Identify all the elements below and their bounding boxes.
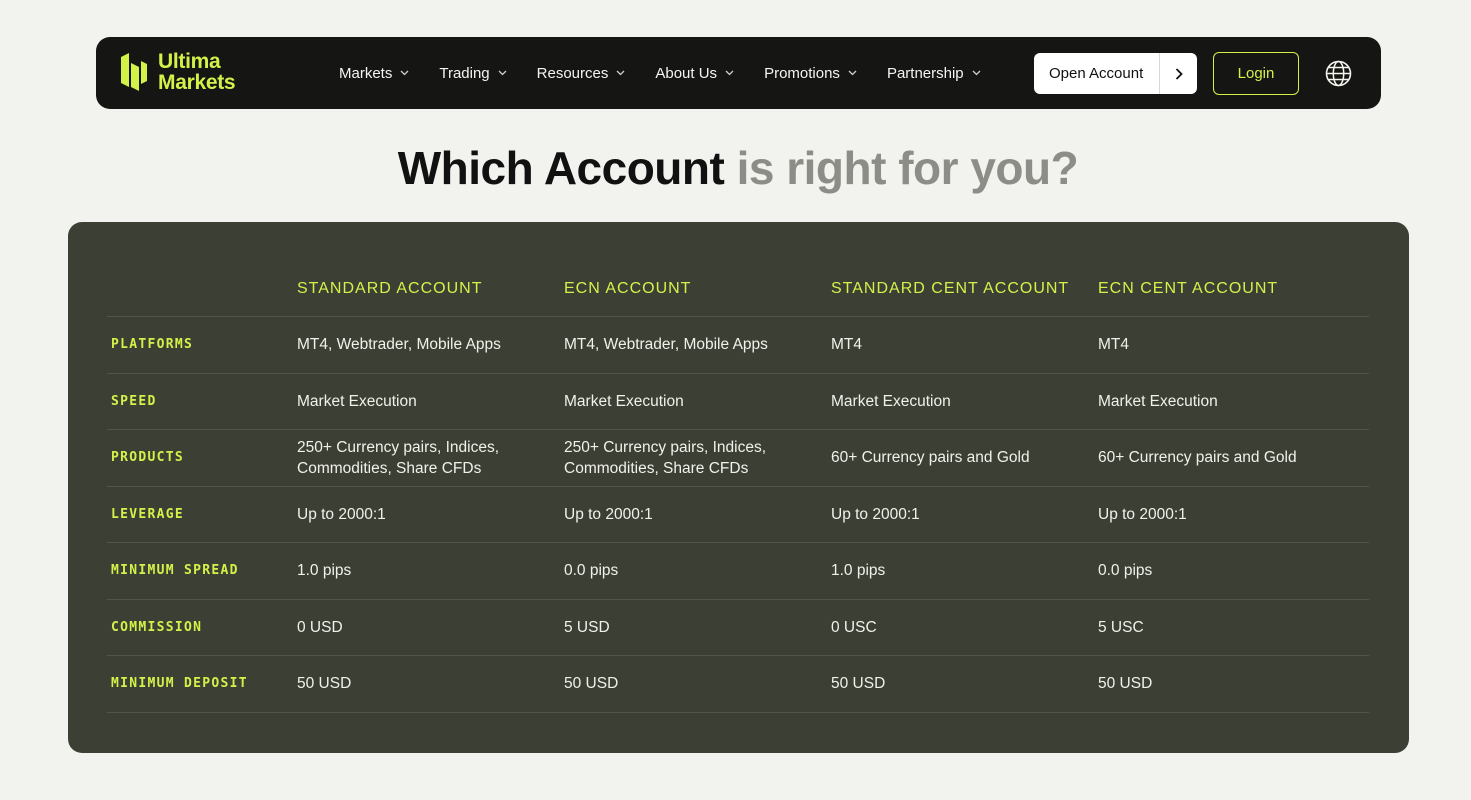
table-cell: 0 USD bbox=[297, 618, 343, 636]
ultima-logo-icon bbox=[121, 53, 147, 91]
table-cell: Market Execution bbox=[297, 392, 417, 410]
table-row: COMMISSION 0 USD 5 USD 0 USC 5 USC bbox=[107, 600, 1369, 656]
table-cell: Market Execution bbox=[1098, 392, 1218, 410]
chevron-down-icon bbox=[972, 70, 981, 76]
nav-item-promotions[interactable]: Promotions bbox=[764, 65, 857, 82]
table-cell: 50 USD bbox=[1098, 675, 1153, 693]
main-nav: Markets Trading Resources About Us Promo… bbox=[339, 37, 1011, 109]
page-title-muted: is right for you? bbox=[736, 142, 1079, 194]
table-cell: Up to 2000:1 bbox=[297, 505, 386, 523]
table-row: PLATFORMS MT4, Webtrader, Mobile Apps MT… bbox=[107, 317, 1369, 374]
open-account-label: Open Account bbox=[1034, 53, 1160, 94]
open-account-button[interactable]: Open Account bbox=[1034, 53, 1197, 94]
table-cell: Up to 2000:1 bbox=[1098, 505, 1187, 523]
chevron-down-icon bbox=[848, 70, 857, 76]
table-cell: MT4 bbox=[1098, 336, 1129, 354]
column-header-standard-cent: STANDARD CENT ACCOUNT bbox=[831, 279, 1070, 297]
nav-item-label: Resources bbox=[536, 64, 609, 82]
brand-name: Ultima Markets bbox=[158, 50, 236, 94]
table-cell: 50 USD bbox=[831, 675, 886, 693]
table-cell: 0 USC bbox=[831, 618, 877, 636]
nav-item-about-us[interactable]: About Us bbox=[655, 65, 734, 82]
chevron-down-icon bbox=[725, 70, 734, 76]
row-label: MINIMUM SPREAD bbox=[111, 563, 239, 579]
row-label: SPEED bbox=[111, 393, 157, 409]
table-cell: 50 USD bbox=[297, 675, 352, 693]
table-row: MINIMUM DEPOSIT 50 USD 50 USD 50 USD 50 … bbox=[107, 656, 1369, 713]
chevron-down-icon bbox=[498, 70, 507, 76]
table-cell: 0.0 pips bbox=[1098, 562, 1153, 580]
nav-item-resources[interactable]: Resources bbox=[537, 65, 626, 82]
nav-item-trading[interactable]: Trading bbox=[439, 64, 507, 82]
table-row: MINIMUM SPREAD 1.0 pips 0.0 pips 1.0 pip… bbox=[107, 543, 1369, 600]
table-cell: 5 USD bbox=[564, 618, 610, 636]
column-header-ecn-cent: ECN CENT ACCOUNT bbox=[1098, 279, 1279, 297]
brand-name-line2: Markets bbox=[158, 71, 236, 94]
table-row: LEVERAGE Up to 2000:1 Up to 2000:1 Up to… bbox=[107, 487, 1369, 543]
nav-item-label: Trading bbox=[439, 64, 490, 82]
brand-name-line1: Ultima bbox=[158, 50, 221, 73]
nav-item-markets[interactable]: Markets bbox=[339, 65, 409, 82]
brand-logo[interactable]: Ultima Markets bbox=[120, 50, 236, 94]
row-label: COMMISSION bbox=[111, 619, 203, 635]
nav-item-label: Promotions bbox=[764, 64, 840, 82]
table-cell: 60+ Currency pairs and Gold bbox=[831, 449, 1030, 467]
table-cell: Up to 2000:1 bbox=[564, 505, 653, 523]
table-cell: 60+ Currency pairs and Gold bbox=[1098, 449, 1297, 467]
table-cell: Market Execution bbox=[831, 392, 951, 410]
row-label: PLATFORMS bbox=[111, 337, 194, 353]
account-comparison-panel: STANDARD ACCOUNT ECN ACCOUNT STANDARD CE… bbox=[68, 222, 1409, 753]
chevron-down-icon bbox=[616, 70, 625, 76]
table-cell: Up to 2000:1 bbox=[831, 505, 920, 523]
table-cell: MT4, Webtrader, Mobile Apps bbox=[564, 336, 768, 354]
table-cell: 250+ Currency pairs, Indices, Commoditie… bbox=[297, 438, 500, 477]
top-navbar: Ultima Markets Markets Trading Resources… bbox=[96, 37, 1381, 109]
table-cell: MT4 bbox=[831, 336, 862, 354]
page-title-strong: Which Account bbox=[397, 142, 725, 194]
table-cell: 50 USD bbox=[564, 675, 619, 693]
table-cell: 1.0 pips bbox=[831, 562, 886, 580]
column-header-standard: STANDARD ACCOUNT bbox=[297, 279, 483, 297]
page-title: Which Account is right for you? bbox=[0, 141, 1471, 195]
chevron-down-icon bbox=[400, 70, 409, 76]
column-header-ecn: ECN ACCOUNT bbox=[564, 279, 692, 297]
table-cell: 0.0 pips bbox=[564, 562, 619, 580]
table-cell: MT4, Webtrader, Mobile Apps bbox=[297, 336, 501, 354]
login-button[interactable]: Login bbox=[1213, 52, 1299, 95]
table-cell: Market Execution bbox=[564, 392, 684, 410]
table-row: SPEED Market Execution Market Execution … bbox=[107, 374, 1369, 430]
nav-item-label: About Us bbox=[655, 64, 718, 82]
row-label: LEVERAGE bbox=[111, 506, 185, 522]
chevron-right-icon bbox=[1160, 67, 1197, 80]
table-cell: 1.0 pips bbox=[297, 562, 352, 580]
table-cell: 5 USC bbox=[1098, 618, 1144, 636]
account-comparison-table: STANDARD ACCOUNT ECN ACCOUNT STANDARD CE… bbox=[107, 260, 1369, 713]
row-label: PRODUCTS bbox=[111, 450, 185, 466]
globe-icon[interactable] bbox=[1325, 60, 1352, 87]
row-label: MINIMUM DEPOSIT bbox=[111, 676, 248, 692]
table-cell: 250+ Currency pairs, Indices, Commoditie… bbox=[564, 438, 767, 477]
nav-item-label: Partnership bbox=[886, 64, 964, 82]
nav-item-partnership[interactable]: Partnership bbox=[887, 65, 981, 82]
table-header-row: STANDARD ACCOUNT ECN ACCOUNT STANDARD CE… bbox=[107, 260, 1369, 317]
table-row: PRODUCTS 250+ Currency pairs, Indices, C… bbox=[107, 430, 1369, 487]
nav-item-label: Markets bbox=[339, 64, 393, 82]
